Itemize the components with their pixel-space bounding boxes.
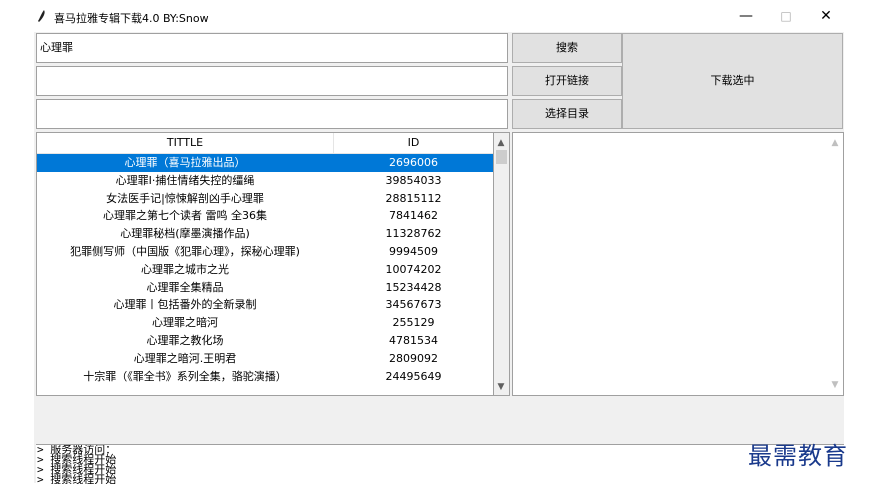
cell-id: 11328762 <box>385 227 442 241</box>
column-header-title[interactable]: TITTLE <box>37 133 333 153</box>
link-input[interactable] <box>36 66 508 96</box>
table-row[interactable]: 心理罪丨包括番外的全新录制 34567673 <box>37 296 493 314</box>
table-row[interactable]: 心理罪秘档(摩墨演播作品) 11328762 <box>37 225 493 243</box>
choose-directory-button[interactable]: 选择目录 <box>512 99 622 129</box>
cell-id: 10074202 <box>385 262 442 276</box>
textbox-scroll-up-icon[interactable]: ▲ <box>827 135 843 151</box>
log-line: > 服务器访问： <box>37 444 117 456</box>
window-title: 喜马拉雅专辑下载4.0 BY:Snow <box>54 12 209 25</box>
info-textbox[interactable]: ▲ ▼ <box>512 132 844 396</box>
search-button[interactable]: 搜索 <box>512 33 622 63</box>
log-line: > 搜索线程开始 <box>37 453 117 466</box>
cell-id: 39854033 <box>385 173 442 187</box>
cell-title: 犯罪侧写师（中国版《犯罪心理》，探秘心理罪) <box>70 245 300 258</box>
cell-title: 心理罪之第七个读者 雷鸣 全36集 <box>103 209 267 223</box>
minimize-button[interactable]: — <box>732 6 760 26</box>
cell-id: 28815112 <box>385 191 442 205</box>
cell-id: 2696006 <box>389 156 438 169</box>
cell-id: 34567673 <box>385 298 442 312</box>
table-row[interactable]: 十宗罪（《罪全书》系列全集，骆驼演播） 24495649 <box>37 368 493 386</box>
results-table[interactable]: TITTLE ID 心理罪（喜马拉雅出品） 2696006 心理罪Ⅰ·捕住情绪失控的… <box>36 132 494 396</box>
table-row[interactable]: 心理罪之教化场 4781534 <box>37 332 493 350</box>
cell-title: 女法医手记|惊悚解剖凶手心理罪 <box>106 191 264 205</box>
cell-id: 15234428 <box>385 280 442 294</box>
cell-title: 心理罪丨包括番外的全新录制 <box>113 298 257 312</box>
cell-title: 心理罪Ⅰ·捕住情绪失控的缰绳 <box>115 173 255 187</box>
cell-id: 255129 <box>392 316 435 330</box>
cell-title: 心理罪（喜马拉雅出品） <box>124 156 246 169</box>
cell-id: 4781534 <box>389 334 438 347</box>
cell-title: 心理罪之教化场 <box>146 334 224 347</box>
watermark-text: 最需教育 <box>748 442 848 470</box>
textbox-scroll-down-icon[interactable]: ▼ <box>827 377 843 393</box>
table-row[interactable]: 心理罪（喜马拉雅出品） 2696006 <box>37 154 493 172</box>
search-input[interactable]: 心理罪 <box>36 33 508 63</box>
table-row[interactable]: 心理罪之第七个读者 雷鸣 全36集 7841462 <box>37 207 493 225</box>
scroll-up-arrow-icon[interactable]: ▲ <box>493 135 509 151</box>
cell-title: 心理罪秘档(摩墨演播作品) <box>120 227 250 241</box>
table-row[interactable]: 女法医手记|惊悚解剖凶手心理罪 28815112 <box>37 190 493 208</box>
cell-title: 心理罪之暗河 <box>152 316 218 330</box>
cell-title: 心理罪之城市之光 <box>141 262 229 276</box>
scroll-down-arrow-icon[interactable]: ▼ <box>493 379 509 395</box>
cell-id: 24495649 <box>385 369 442 383</box>
table-row[interactable]: 心理罪全集精品 15234428 <box>37 279 493 297</box>
cell-title: 心理罪之暗河.王明君 <box>133 351 237 365</box>
cell-id: 7841462 <box>389 209 438 223</box>
table-row[interactable]: 心理罪之城市之光 10074202 <box>37 261 493 279</box>
column-header-id[interactable]: ID <box>334 133 493 153</box>
cell-id: 9994509 <box>389 245 438 258</box>
log-output: > 服务器访问： > 搜索线程开始 > 搜索线程开始 > 搜索线程开始 <box>36 444 844 484</box>
cell-id: 2809092 <box>389 351 438 365</box>
close-button[interactable]: ✕ <box>812 6 840 26</box>
table-row[interactable]: 犯罪侧写师（中国版《犯罪心理》，探秘心理罪) 9994509 <box>37 243 493 261</box>
textbox-scrollbar[interactable]: ▲ ▼ <box>827 133 843 395</box>
feather-app-icon <box>38 10 45 22</box>
cell-title: 十宗罪（《罪全书》系列全集，骆驼演播） <box>83 369 287 383</box>
open-link-button[interactable]: 打开链接 <box>512 66 622 96</box>
table-row[interactable]: 心理罪之暗河.王明君 2809092 <box>37 350 493 368</box>
download-selected-button[interactable]: 下载选中 <box>622 33 843 129</box>
scroll-thumb[interactable] <box>496 150 507 164</box>
directory-input[interactable] <box>36 99 508 129</box>
maximize-button[interactable]: □ <box>772 6 800 26</box>
table-row[interactable]: 心理罪Ⅰ·捕住情绪失控的缰绳 39854033 <box>37 172 493 190</box>
table-scrollbar[interactable]: ▲ ▼ <box>494 132 510 396</box>
table-header: TITTLE ID <box>37 133 493 154</box>
title-bar: 喜马拉雅专辑下载4.0 BY:Snow — □ ✕ <box>0 0 870 32</box>
log-line: > 搜索线程开始 <box>37 463 117 476</box>
table-row[interactable]: 心理罪之暗河 255129 <box>37 314 493 332</box>
cell-title: 心理罪全集精品 <box>146 280 224 294</box>
